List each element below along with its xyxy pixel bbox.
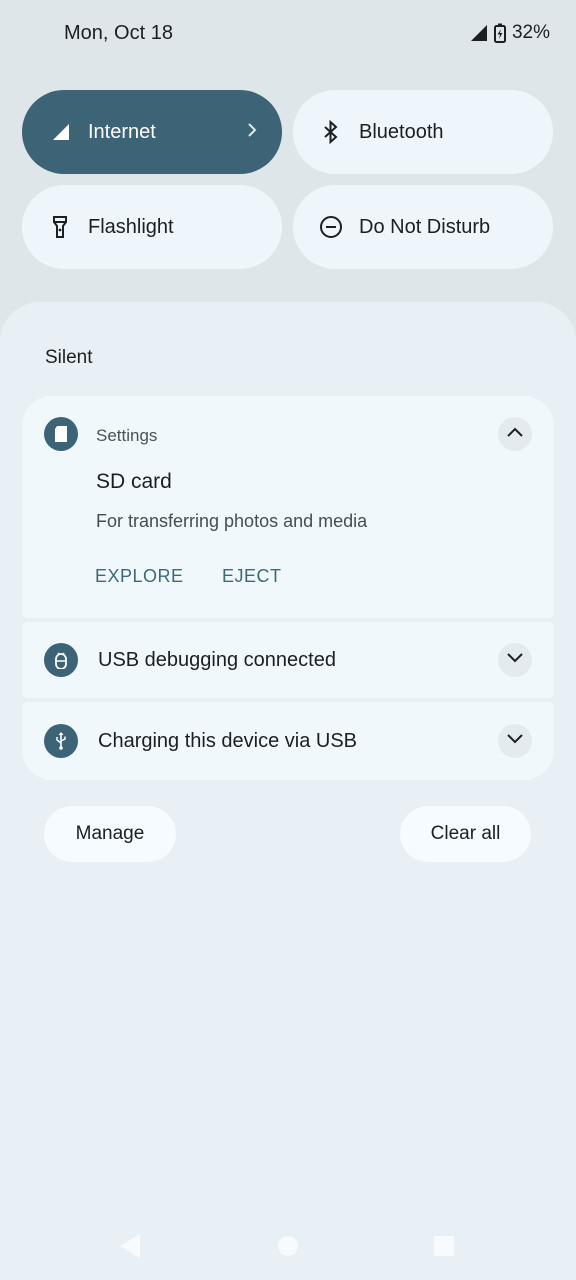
tile-label: Internet: [88, 120, 156, 143]
expand-button[interactable]: [498, 643, 532, 677]
tile-flashlight[interactable]: Flashlight: [22, 185, 282, 269]
usb-icon: [44, 724, 78, 758]
tile-internet[interactable]: Internet: [22, 90, 282, 174]
signal-icon: [470, 24, 488, 42]
tile-bluetooth[interactable]: Bluetooth: [293, 90, 553, 174]
sd-card-icon: [44, 417, 78, 451]
back-icon[interactable]: [118, 1232, 142, 1265]
status-bar: Mon, Oct 18 32%: [0, 0, 576, 70]
tile-label: Bluetooth: [359, 120, 444, 143]
notification-title: USB debugging connected: [98, 649, 336, 671]
battery-percent: 32%: [511, 22, 550, 43]
eject-button[interactable]: EJECT: [222, 566, 282, 587]
chevron-down-icon: [506, 732, 524, 750]
notification-sd-card[interactable]: Settings SD card For transferring photos…: [22, 396, 554, 618]
bluetooth-icon: [319, 120, 343, 144]
tile-label: Do Not Disturb: [359, 215, 491, 238]
home-icon[interactable]: [276, 1234, 300, 1263]
flashlight-icon: [48, 215, 72, 239]
notification-usb-debugging[interactable]: USB debugging connected: [22, 622, 554, 698]
notification-usb-charging[interactable]: Charging this device via USB: [22, 702, 554, 780]
notification-text: For transferring photos and media: [96, 511, 368, 531]
expand-button[interactable]: [498, 724, 532, 758]
collapse-button[interactable]: [498, 417, 532, 451]
chevron-right-icon: [246, 120, 258, 146]
notification-title: Charging this device via USB: [98, 730, 358, 752]
signal-icon: [48, 120, 72, 144]
battery-charging-icon: [493, 23, 506, 43]
do-not-disturb-icon: [319, 215, 343, 239]
status-icons: 32%: [470, 22, 550, 44]
section-title: Silent: [45, 347, 93, 368]
clear-all-button[interactable]: Clear all: [400, 806, 531, 862]
recents-icon[interactable]: [433, 1235, 455, 1262]
chevron-down-icon: [506, 651, 524, 669]
status-date: Mon, Oct 18: [64, 22, 173, 44]
android-debug-icon: [44, 643, 78, 677]
chevron-up-icon: [506, 425, 524, 443]
manage-button[interactable]: Manage: [44, 806, 176, 862]
tile-do-not-disturb[interactable]: Do Not Disturb: [293, 185, 553, 269]
tile-label: Flashlight: [88, 215, 174, 238]
explore-button[interactable]: EXPLORE: [95, 566, 184, 587]
notification-title: SD card: [96, 470, 172, 493]
app-name: Settings: [96, 426, 158, 445]
